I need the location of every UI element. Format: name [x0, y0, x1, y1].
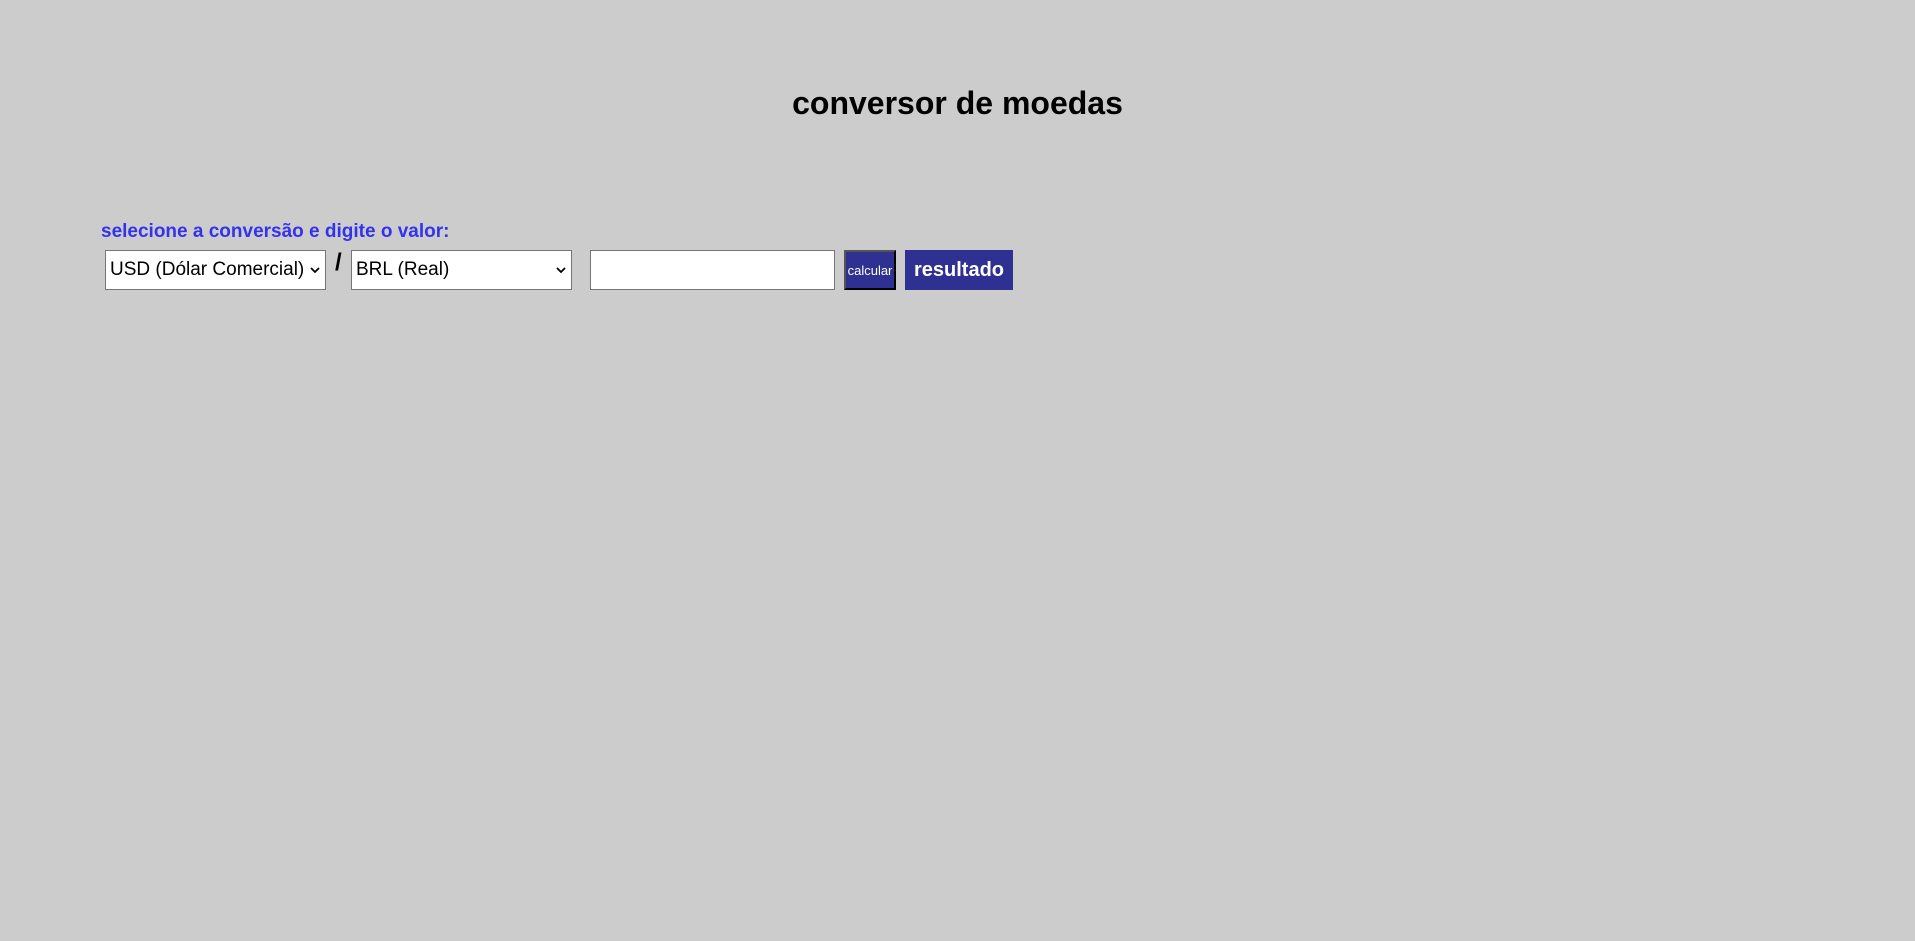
to-currency-value: BRL (Real)	[356, 259, 450, 280]
amount-input[interactable]	[590, 250, 835, 290]
calculate-button[interactable]: calcular	[844, 250, 896, 290]
instruction-label: selecione a conversão e digite o valor:	[101, 221, 450, 242]
currency-separator: /	[335, 249, 342, 276]
to-currency-select[interactable]: BRL (Real)	[351, 250, 572, 290]
chevron-down-icon	[309, 264, 321, 276]
page-title: conversor de moedas	[792, 85, 1123, 121]
result-display: resultado	[905, 250, 1014, 290]
chevron-down-icon	[555, 264, 567, 276]
from-currency-select[interactable]: USD (Dólar Comercial)	[105, 250, 326, 290]
from-currency-value: USD (Dólar Comercial)	[110, 259, 305, 280]
